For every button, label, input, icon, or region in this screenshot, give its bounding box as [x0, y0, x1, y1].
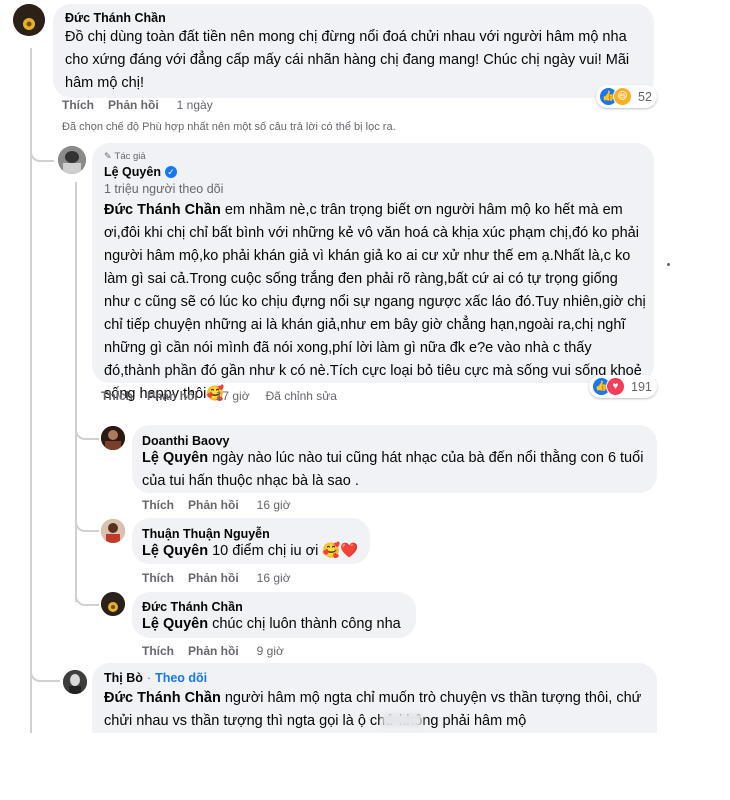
- comment-body: chúc chị luôn thành công nha: [208, 616, 401, 632]
- avatar-image-icon: [63, 670, 87, 694]
- edited-label[interactable]: Đã chỉnh sửa: [266, 389, 337, 403]
- mention-link[interactable]: Đức Thánh Chần: [104, 202, 221, 218]
- comment-author[interactable]: Đức Thánh Chần: [142, 600, 243, 614]
- like-button[interactable]: Thích: [101, 389, 133, 403]
- reaction-count: 52: [638, 89, 652, 104]
- comment-text: Lệ Quyên chúc chị luôn thành công nha: [142, 613, 412, 636]
- page-bottom-fill: [0, 733, 730, 800]
- comment-bubble: Đức Thánh Chần Đồ chị dùng toàn đất tiền…: [53, 4, 654, 98]
- comment-time[interactable]: 1 ngày: [177, 98, 213, 112]
- mention-link[interactable]: Lệ Quyên: [142, 450, 208, 466]
- avatar-image-icon: [13, 4, 45, 36]
- avatar[interactable]: [101, 426, 125, 450]
- reply-button[interactable]: Phản hồi: [188, 571, 239, 585]
- avatar[interactable]: [13, 4, 45, 36]
- mention-link[interactable]: Đức Thánh Chần: [104, 690, 221, 706]
- mention-link[interactable]: Lệ Quyên: [142, 543, 208, 559]
- pen-icon: ✎: [104, 151, 112, 161]
- comment-author-row: Lệ Quyên ✓: [104, 165, 177, 179]
- thread-elbow-author: [30, 138, 54, 162]
- haha-reaction-icon: 😆: [613, 87, 632, 106]
- verified-badge-icon: ✓: [164, 166, 177, 178]
- comment-text: Lệ Quyên 10 điểm chị iu ơi 🥰❤️: [142, 540, 367, 563]
- reaction-count: 191: [631, 379, 652, 394]
- comment-text: Đức Thánh Chần người hâm mộ ngta chỉ muố…: [104, 687, 652, 733]
- filter-note: Đã chọn chế độ Phù hợp nhất nên một số c…: [62, 121, 396, 133]
- comment-text: Lệ Quyên ngày nào lúc nào tui cũng hát n…: [142, 447, 652, 493]
- like-button[interactable]: Thích: [142, 571, 174, 585]
- reply-button[interactable]: Phản hồi: [188, 644, 239, 658]
- comment-body: ngày nào lúc nào tui cũng hát nhạc của b…: [142, 450, 644, 489]
- separator-dot: ·: [146, 671, 152, 685]
- avatar-image-icon: [101, 519, 125, 543]
- avatar[interactable]: [101, 592, 125, 616]
- comment-body: em nhầm nè,c trân trọng biết ơn người hâ…: [104, 202, 646, 402]
- thread-elbow-root-2: [30, 660, 60, 682]
- mention-link[interactable]: Lệ Quyên: [142, 616, 208, 632]
- comment-bubble: Thị Bò · Theo dõi Đức Thánh Chần người h…: [92, 663, 657, 733]
- thread-elbow-reply-3: [75, 580, 99, 606]
- follower-count: 1 triệu người theo dõi: [104, 182, 224, 196]
- comment-bubble: Thuận Thuận Nguyễn Lệ Quyên 10 điểm chị …: [132, 518, 370, 564]
- thread-elbow-reply-2: [75, 510, 99, 532]
- comment-author[interactable]: Thuận Thuận Nguyễn: [142, 527, 270, 541]
- avatar-image-icon: [101, 426, 125, 450]
- like-button[interactable]: Thích: [142, 498, 174, 512]
- love-reaction-icon: ♥: [606, 377, 625, 396]
- thread-line-author: [75, 182, 77, 602]
- like-button[interactable]: Thích: [142, 644, 174, 658]
- reply-button[interactable]: Phản hồi: [188, 498, 239, 512]
- like-button[interactable]: Thích: [62, 98, 94, 112]
- comment-body: 10 điểm chị iu ơi 🥰❤️: [208, 543, 359, 559]
- comment-author[interactable]: Lệ Quyên: [104, 165, 161, 179]
- comment-bubble: Đức Thánh Chần Lệ Quyên chúc chị luôn th…: [132, 592, 416, 638]
- reaction-summary[interactable]: 👍 ♥ 191: [589, 375, 657, 398]
- comment-time[interactable]: 17 giờ: [216, 389, 250, 403]
- author-badge-label: Tác giả: [114, 151, 146, 162]
- comment-text: Đồ chị dùng toàn đất tiền nên mong chị đ…: [65, 29, 630, 91]
- avatar-image-icon: [58, 146, 86, 174]
- comment-author-row: Thị Bò · Theo dõi: [104, 671, 207, 685]
- author-badge: ✎ Tác giả: [104, 151, 146, 162]
- comment-bubble: ✎ Tác giả Lệ Quyên ✓ 1 triệu người theo …: [92, 143, 654, 402]
- comment-time[interactable]: 16 giờ: [257, 571, 291, 585]
- reaction-summary[interactable]: 👍 😆 52: [596, 85, 657, 108]
- comment-time[interactable]: 16 giờ: [257, 498, 291, 512]
- comment-actions: Thích Phản hồi 17 giờ Đã chỉnh sửa: [101, 389, 353, 403]
- tooltip-dot: [667, 263, 670, 266]
- avatar[interactable]: [58, 146, 86, 174]
- comment-time[interactable]: 9 giờ: [257, 644, 284, 658]
- avatar-image-icon: [101, 592, 125, 616]
- avatar[interactable]: [101, 519, 125, 543]
- reply-button[interactable]: Phản hồi: [108, 98, 159, 112]
- comment-actions: Thích Phản hồi 1 ngày: [62, 98, 229, 112]
- redacted-blur: [382, 713, 422, 727]
- comment-author[interactable]: Doanthi Baovy: [142, 434, 230, 448]
- comment-author[interactable]: Đức Thánh Chần: [65, 11, 166, 25]
- comment-actions: Thích Phản hồi 9 giờ: [142, 644, 300, 658]
- thread-elbow-reply-1: [75, 420, 99, 440]
- comment-actions: Thích Phản hồi 16 giờ: [142, 571, 307, 585]
- comment-author[interactable]: Thị Bò: [104, 671, 143, 685]
- avatar[interactable]: [63, 670, 87, 694]
- comment-actions: Thích Phản hồi 16 giờ: [142, 498, 307, 512]
- comment-text: Đức Thánh Chần em nhầm nè,c trân trọng b…: [104, 199, 646, 406]
- reply-button[interactable]: Phản hồi: [147, 389, 198, 403]
- follow-button[interactable]: Theo dõi: [155, 671, 207, 685]
- comment-bubble: Doanthi Baovy Lệ Quyên ngày nào lúc nào …: [132, 425, 657, 493]
